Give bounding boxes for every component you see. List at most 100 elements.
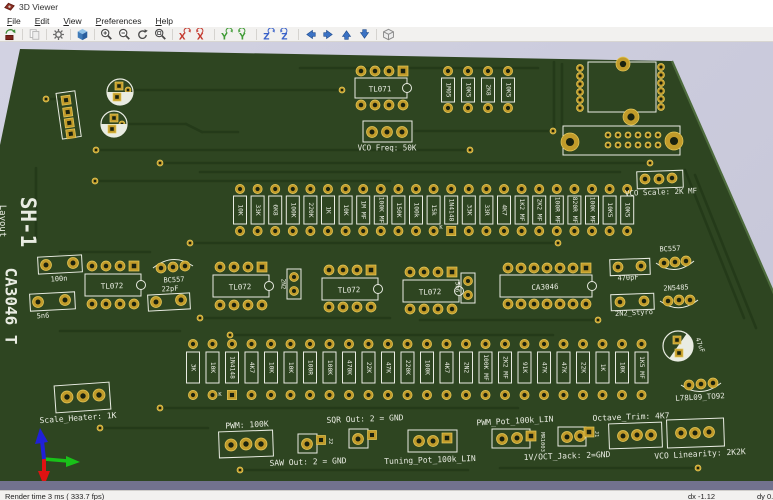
svg-text:100K: 100K — [424, 360, 431, 375]
pcb-3d-render: 10K 33K 6K8 100K 220K 1K 10K 1M MF 100K MF 150K 10… — [0, 49, 773, 481]
svg-text:220K: 220K — [307, 202, 314, 217]
menu-item-view[interactable]: View — [56, 16, 88, 26]
svg-text:10K5: 10K5 — [624, 202, 631, 217]
zoom-in-button[interactable] — [98, 27, 115, 41]
toolbar-separator — [22, 28, 23, 40]
svg-text:1M05: 1M05 — [445, 82, 452, 97]
svg-text:100K: 100K — [289, 202, 296, 217]
viewport-3d[interactable]: 10K 33K 6K8 100K 220K 1K 10K 1M MF 100K MF 150K 10… — [0, 42, 773, 481]
svg-text:Layout: Layout — [0, 205, 7, 238]
status-bar: Render time 3 ms ( 333.7 fps) dx -1.12 d… — [0, 490, 773, 500]
svg-text:47K: 47K — [385, 362, 392, 374]
svg-text:5n6: 5n6 — [454, 282, 461, 293]
svg-text:10K: 10K — [237, 204, 244, 216]
svg-text:SH-1: SH-1 — [16, 197, 40, 248]
svg-text:6K8: 6K8 — [272, 204, 279, 216]
menu-bar: File Edit View Preferences Help — [0, 14, 773, 27]
resistor-row: 10K 33K 6K8 100K 220K 1K 10K 1M MF 100K MF 150K 10… — [233, 184, 635, 236]
ortho-projection-button[interactable] — [380, 27, 397, 41]
svg-text:1K: 1K — [599, 364, 606, 372]
svg-text:2N2: 2N2 — [463, 362, 470, 374]
move-left-button[interactable] — [302, 27, 319, 41]
svg-text:TL072: TL072 — [338, 285, 361, 295]
svg-text:TL072: TL072 — [101, 281, 124, 291]
electrolytic-cap — [106, 78, 134, 106]
svg-text:1N4148: 1N4148 — [229, 356, 236, 379]
svg-text:100K MF: 100K MF — [589, 197, 596, 224]
toolbar-separator — [376, 28, 377, 40]
menu-item-edit[interactable]: Edit — [28, 16, 57, 26]
svg-text:Z: Z — [281, 32, 287, 40]
svg-text:22K: 22K — [580, 362, 587, 374]
toolbar-separator — [172, 28, 173, 40]
svg-text:J1: J1 — [593, 431, 599, 438]
toolbar: X X Y Y Z Z — [0, 27, 773, 42]
svg-text:1M MF: 1M MF — [360, 201, 367, 220]
svg-text:X: X — [197, 32, 204, 40]
redraw-view-button[interactable] — [134, 27, 151, 41]
rotate-x-ccw-button[interactable]: X — [194, 27, 211, 41]
svg-text:1N4148: 1N4148 — [448, 199, 455, 222]
svg-text:220K: 220K — [404, 360, 411, 375]
rotate-z-cw-button[interactable]: Z — [260, 27, 277, 41]
move-down-button[interactable] — [356, 27, 373, 41]
menu-item-preferences[interactable]: Preferences — [89, 16, 149, 26]
move-right-button[interactable] — [320, 27, 337, 41]
svg-text:820R MF: 820R MF — [571, 197, 578, 224]
viewport-bottom-strip — [0, 481, 773, 490]
svg-text:2N5485: 2N5485 — [663, 283, 689, 292]
svg-text:22pF: 22pF — [161, 285, 178, 294]
svg-text:10K: 10K — [287, 362, 294, 374]
toolbar-separator — [214, 28, 215, 40]
svg-text:100K: 100K — [326, 360, 333, 375]
svg-text:TL071: TL071 — [369, 84, 392, 93]
toolbar-separator — [46, 28, 47, 40]
svg-text:33K: 33K — [465, 204, 472, 216]
svg-text:Y: Y — [220, 32, 228, 40]
svg-text:470K: 470K — [346, 360, 353, 375]
menu-item-file[interactable]: File — [0, 16, 28, 26]
toolbar-separator — [256, 28, 257, 40]
svg-text:4K7: 4K7 — [501, 204, 508, 216]
svg-text:TL072: TL072 — [229, 282, 252, 292]
zoom-out-button[interactable] — [116, 27, 133, 41]
svg-text:2K2 MF: 2K2 MF — [536, 199, 543, 222]
svg-text:22K: 22K — [365, 362, 372, 374]
zoom-fit-button[interactable] — [152, 27, 169, 41]
rotate-y-ccw-button[interactable]: Y — [236, 27, 253, 41]
svg-text:X: X — [179, 32, 186, 40]
window-title: 3D Viewer — [19, 2, 59, 12]
electrolytic-cap — [100, 110, 128, 138]
svg-text:4K7: 4K7 — [443, 362, 450, 374]
svg-text:33K: 33K — [254, 204, 261, 216]
reload-board-button[interactable] — [2, 27, 19, 41]
svg-text:15k: 15k — [430, 204, 437, 216]
rotate-y-cw-button[interactable]: Y — [218, 27, 235, 41]
svg-text:2K2 MF: 2K2 MF — [502, 356, 509, 379]
svg-text:1K2 MF: 1K2 MF — [518, 199, 525, 222]
svg-text:CA3046 T: CA3046 T — [2, 267, 21, 344]
render-settings-gear-button[interactable] — [50, 27, 67, 41]
move-up-button[interactable] — [338, 27, 355, 41]
svg-text:1K: 1K — [325, 206, 332, 214]
menu-item-help[interactable]: Help — [149, 16, 180, 26]
toolbar-separator — [94, 28, 95, 40]
rotate-x-cw-button[interactable]: X — [176, 27, 193, 41]
svg-text:4K7: 4K7 — [248, 362, 255, 374]
svg-text:100K MF: 100K MF — [377, 197, 384, 224]
svg-text:Z: Z — [263, 32, 269, 40]
svg-text:33R: 33R — [483, 204, 490, 216]
svg-text:10K5: 10K5 — [465, 82, 472, 97]
svg-text:5n6: 5n6 — [36, 312, 49, 321]
svg-text:10K5: 10K5 — [505, 82, 512, 97]
render-cube-button[interactable] — [74, 27, 91, 41]
svg-text:2K8: 2K8 — [485, 84, 492, 96]
svg-text:100R MF: 100R MF — [553, 197, 560, 224]
svg-text:91K: 91K — [521, 362, 528, 374]
svg-text:BC557: BC557 — [163, 275, 184, 284]
svg-text:10K: 10K — [342, 204, 349, 216]
svg-text:10K: 10K — [619, 362, 626, 374]
copy-image-button[interactable] — [26, 27, 43, 41]
svg-text:10K5: 10K5 — [606, 202, 613, 217]
rotate-z-ccw-button[interactable]: Z — [278, 27, 295, 41]
